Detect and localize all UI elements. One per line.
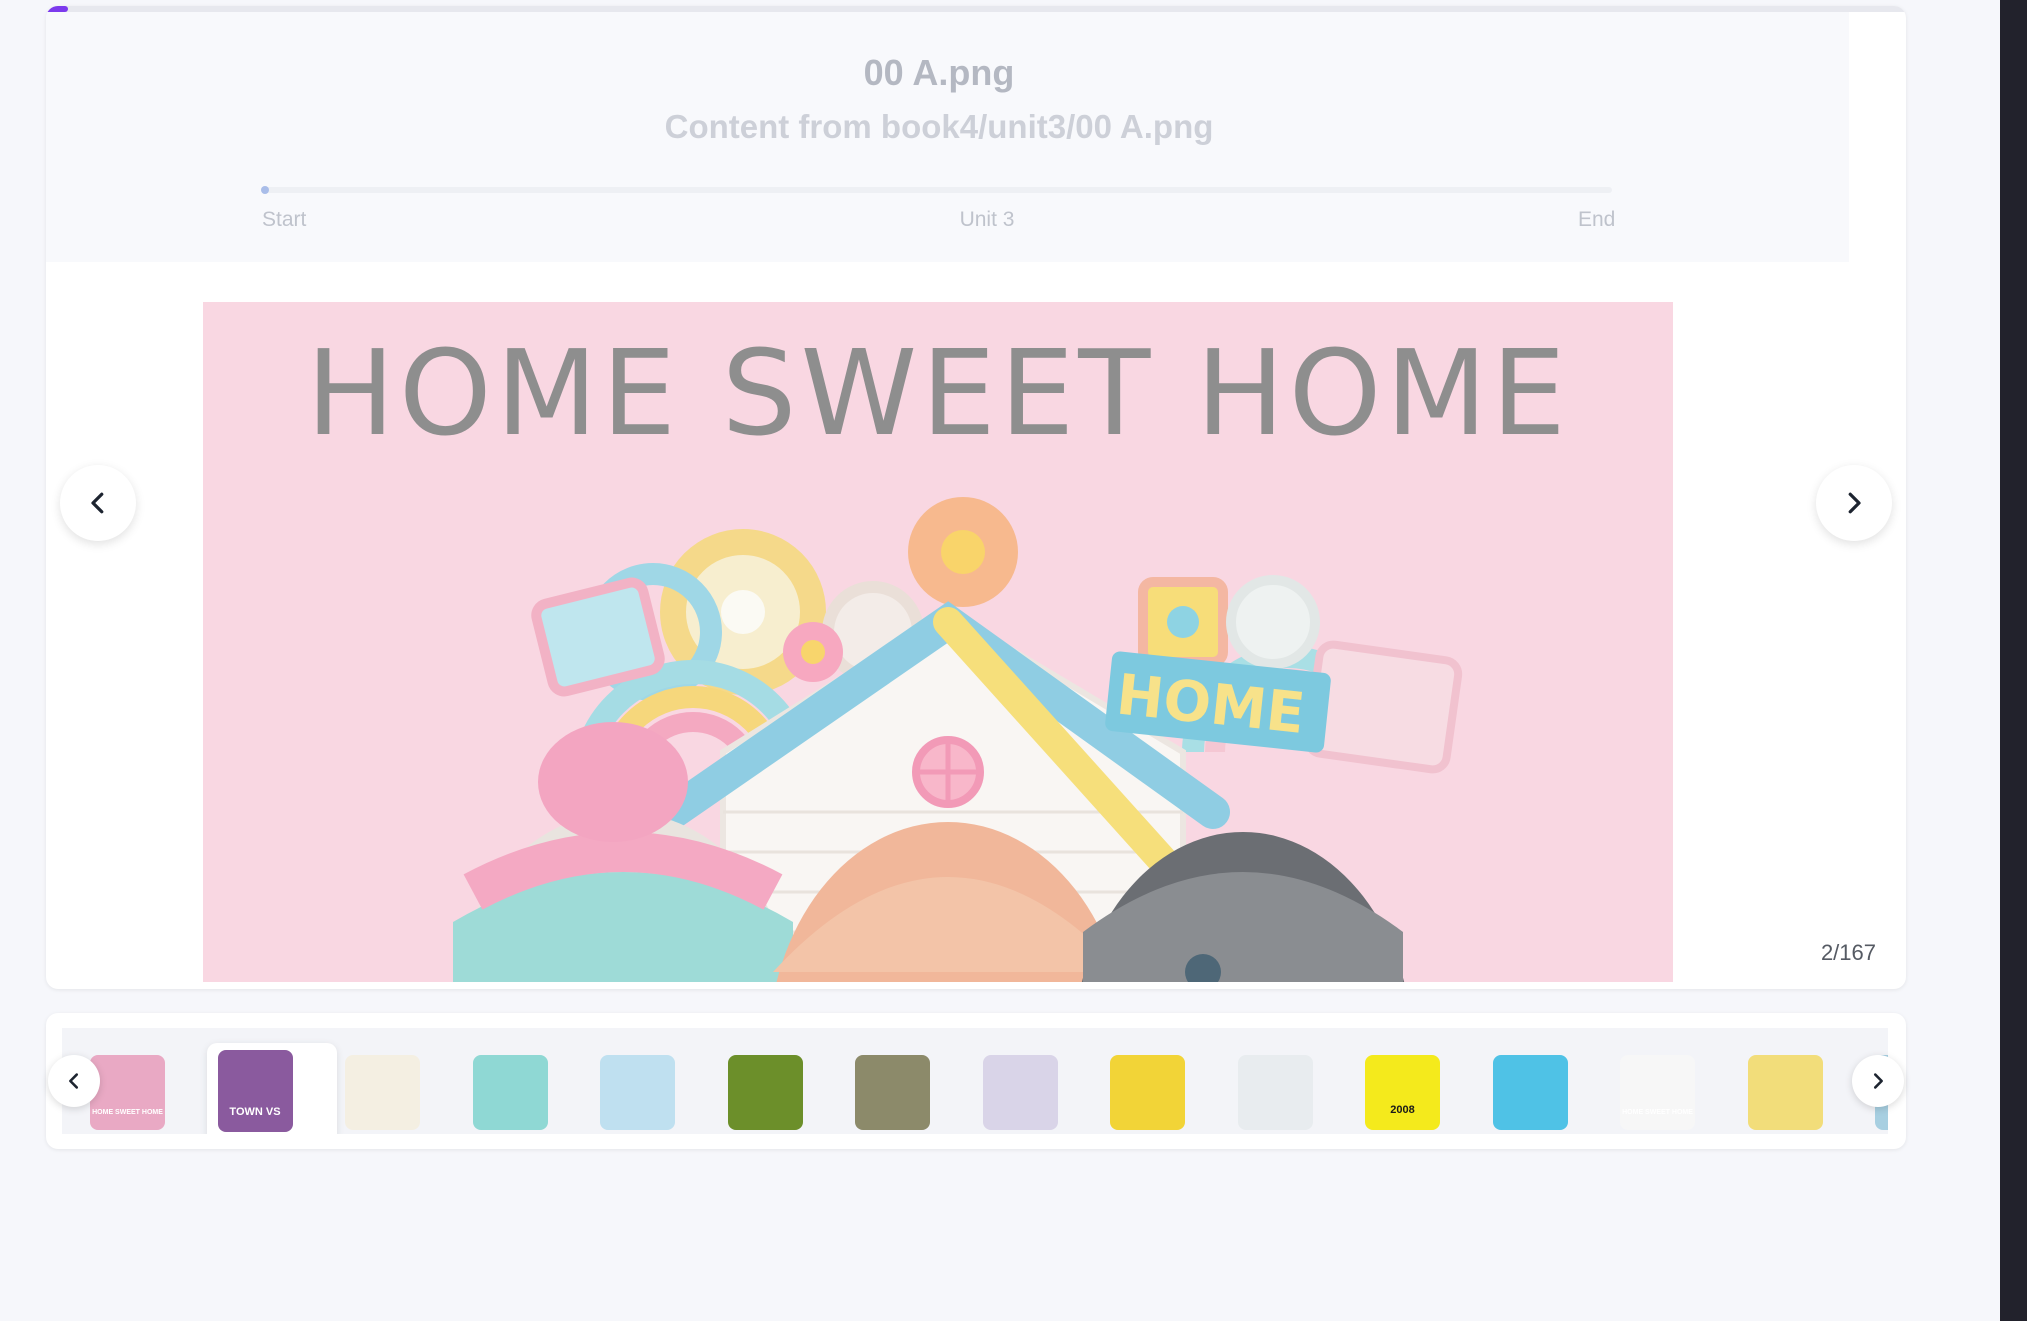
slide-title: 00 A.png <box>863 52 1015 93</box>
thumbnail-track: HOME SWEET HOME TOWN VS 2008 HOME SWEET HOM… <box>62 1028 1888 1134</box>
chevron-right-icon <box>1848 492 1861 514</box>
previous-slide-button[interactable] <box>60 465 136 541</box>
thumbnail-label: HOME SWEET HOME <box>1622 1109 1693 1116</box>
thumbnail-item[interactable] <box>1747 1055 1823 1130</box>
thumbnail-item[interactable] <box>345 1055 420 1130</box>
marker-start: Start <box>262 208 307 231</box>
next-slide-button[interactable] <box>1816 465 1892 541</box>
thumbnail-item[interactable] <box>855 1055 930 1130</box>
unit-progress-track <box>261 186 1612 194</box>
slide-counter: 2/167 <box>1820 940 1876 965</box>
thumbnail-item[interactable] <box>982 1055 1058 1130</box>
chevron-left-icon <box>69 1073 79 1089</box>
thumbnails-previous-button[interactable] <box>48 1055 100 1107</box>
marker-end: End <box>1578 208 1616 231</box>
thumbnail-item[interactable] <box>600 1055 675 1130</box>
thumbnail-item[interactable]: HOME SWEET HOME <box>90 1055 165 1130</box>
thumbnail-item[interactable]: 2008 <box>1365 1055 1440 1130</box>
thumbnail-item[interactable]: HOME SWEET HOME <box>1620 1055 1695 1130</box>
thumbnail-label: TOWN VS <box>229 1106 281 1118</box>
slide-headline: HOME SWEET HOME <box>306 324 1570 462</box>
unit-progress-dot <box>261 186 269 194</box>
chevron-right-icon <box>1873 1073 1883 1089</box>
thumbnail-item[interactable] <box>1110 1055 1185 1130</box>
thumbnail-label: 2008 <box>1390 1104 1415 1116</box>
thumbnail-strip: HOME SWEET HOME TOWN VS 2008 HOME SWEET HOM… <box>46 1013 1906 1149</box>
thumbnail-item[interactable] <box>727 1055 803 1130</box>
thumbnail-item[interactable]: TOWN VS <box>217 1050 293 1132</box>
thumbnail-item[interactable] <box>1492 1055 1568 1130</box>
slide-header: 00 A.png Content from book4/unit3/00 A.p… <box>46 12 1849 262</box>
thumbnail-item[interactable] <box>1237 1055 1313 1130</box>
slide-subtitle: Content from book4/unit3/00 A.png <box>664 108 1214 145</box>
thumbnails-next-button[interactable] <box>1852 1055 1904 1107</box>
window-edge <box>2000 0 2027 1321</box>
slide-viewer: 00 A.png Content from book4/unit3/00 A.p… <box>46 6 1906 989</box>
chevron-left-icon <box>91 492 104 514</box>
marker-unit: Unit 3 <box>959 208 1015 231</box>
slide-image: HOME SWEET HOME HOME <box>203 302 1673 982</box>
thumbnail-label: HOME SWEET HOME <box>92 1109 163 1116</box>
thumbnail-item[interactable] <box>472 1055 548 1130</box>
slide-illustration: HOME <box>453 497 1463 982</box>
